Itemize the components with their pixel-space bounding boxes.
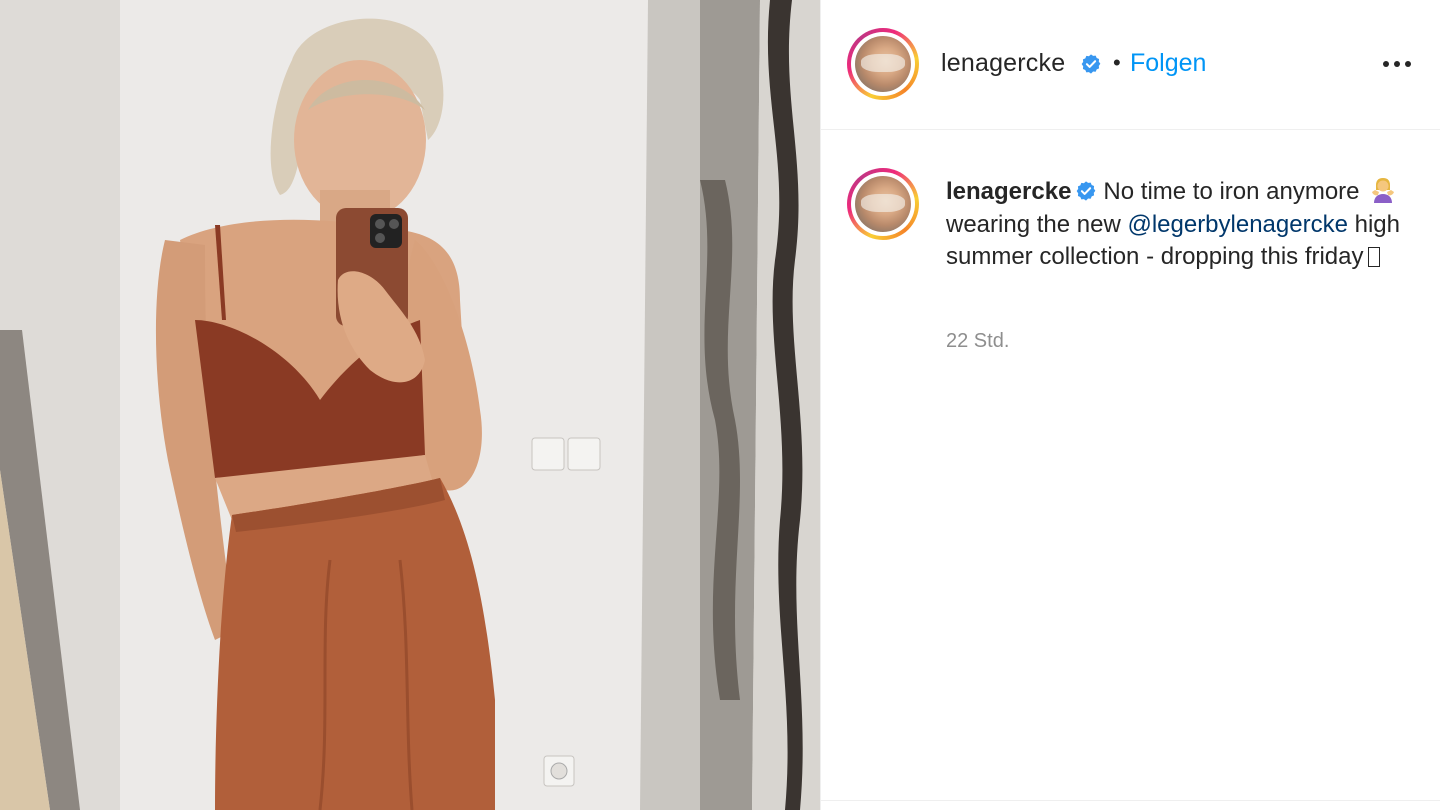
avatar-photo <box>855 36 911 92</box>
post-photo[interactable] <box>0 0 820 810</box>
verified-badge-icon <box>1081 54 1101 74</box>
woman-shrugging-emoji-icon <box>1372 177 1395 203</box>
divider <box>821 800 1440 801</box>
post-caption: lenagercke No time to iron anymore weari… <box>946 176 1416 274</box>
author-avatar[interactable] <box>847 28 919 100</box>
separator-dot: • <box>1113 50 1121 75</box>
verified-badge-icon <box>1077 181 1096 201</box>
caption-mention-link[interactable]: @legerbylenagercke <box>1127 211 1348 238</box>
post-timestamp[interactable]: 22 Std. <box>946 330 1009 353</box>
caption-avatar-photo <box>855 176 911 232</box>
caption-avatar[interactable] <box>847 168 919 240</box>
follow-button[interactable]: Folgen <box>1130 49 1206 78</box>
more-options-icon[interactable] <box>1377 48 1417 80</box>
post-header: lenagercke • Folgen <box>821 0 1440 130</box>
caption-username[interactable]: lenagercke <box>946 178 1071 205</box>
unrendered-emoji-icon <box>1367 247 1380 267</box>
caption-text-2: wearing the new <box>946 210 1121 238</box>
caption-text-1: No time to iron anymore <box>1103 178 1360 205</box>
author-username[interactable]: lenagercke <box>941 49 1065 78</box>
post-side-panel: lenagercke • Folgen lenagercke No time t… <box>820 0 1440 810</box>
mirror-selfie-image <box>0 0 820 810</box>
